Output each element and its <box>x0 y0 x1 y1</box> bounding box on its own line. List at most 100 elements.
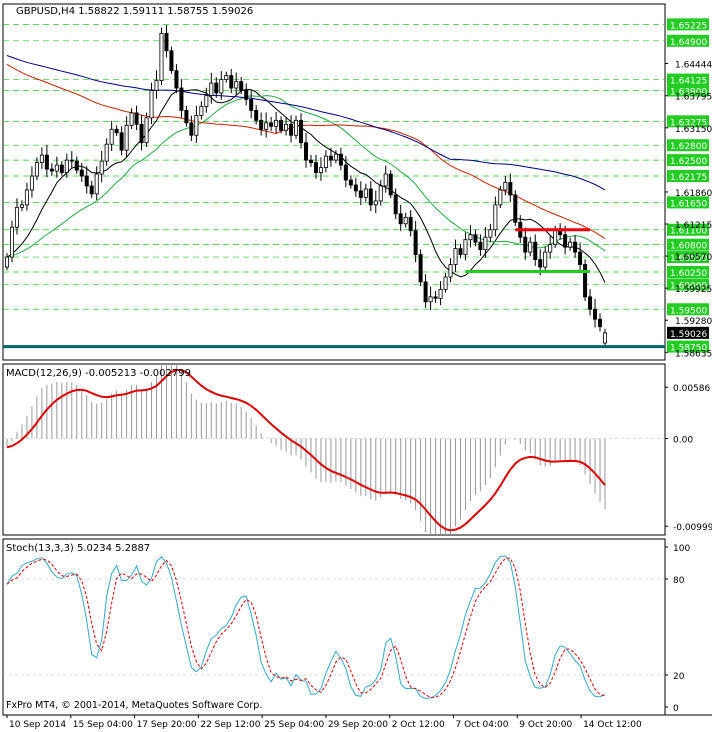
candle-body <box>264 122 269 130</box>
candle-body <box>333 153 338 161</box>
price-level-label: 1.59500 <box>667 303 709 316</box>
candle-body <box>578 251 583 265</box>
stoch-tick-label: 100 <box>673 544 690 554</box>
price-level-label-text: 1.65225 <box>670 21 707 31</box>
candle-body <box>478 241 483 251</box>
candle[interactable] <box>513 190 518 226</box>
price-level-label: 1.62800 <box>667 139 709 152</box>
candle-body <box>14 206 19 228</box>
trading-chart[interactable]: 1.652251.649001.641251.639001.632751.628… <box>0 0 712 732</box>
candle[interactable] <box>144 112 149 147</box>
candle-body <box>44 154 49 170</box>
candle[interactable] <box>159 27 164 86</box>
candle-body <box>533 241 538 260</box>
candle-body <box>224 75 229 80</box>
price-level-label-text: 1.64900 <box>670 38 707 48</box>
candle-body <box>498 189 503 206</box>
candle-body <box>313 162 318 173</box>
candle[interactable] <box>9 220 14 263</box>
candle-body <box>104 143 109 162</box>
candle-body <box>64 159 69 173</box>
price-level-label: 1.65225 <box>667 18 709 31</box>
candle-body <box>398 213 403 225</box>
candle-body <box>269 122 274 127</box>
candle-body <box>488 229 493 238</box>
candle-body <box>219 79 224 94</box>
price-tick-label: 1.60570 <box>675 253 712 263</box>
price-axis: 1.652251.649001.641251.639001.632751.628… <box>665 18 712 714</box>
candle-body <box>493 204 498 231</box>
candle-body <box>573 241 578 253</box>
candle-body <box>553 229 558 246</box>
candle-body <box>204 95 209 107</box>
price-level-label-text: 1.60250 <box>670 269 707 279</box>
current-price-label: 1.59026 <box>670 330 707 340</box>
time-tick-label: 14 Oct 12:00 <box>583 720 642 730</box>
candle-body <box>368 188 373 206</box>
candle[interactable] <box>583 259 588 302</box>
candle-body <box>418 254 423 283</box>
price-tick-label: 1.61215 <box>675 221 712 231</box>
candle-body <box>284 123 289 131</box>
price-tick-label: 1.63150 <box>675 125 712 135</box>
price-level-label-text: 1.61650 <box>670 199 707 209</box>
candle-body <box>234 81 239 89</box>
candle-body <box>388 173 393 196</box>
macd-tick-label: -0.009997 <box>673 523 712 533</box>
candle-body <box>543 251 548 268</box>
candle-body <box>408 216 413 232</box>
time-tick-label: 17 Sep 20:00 <box>137 720 197 730</box>
candle-body <box>24 189 29 206</box>
price-level-label: 1.62175 <box>667 170 709 183</box>
candle-body <box>194 114 199 136</box>
candle-body <box>568 241 573 248</box>
candle-body <box>423 281 428 303</box>
pane-frame-1 <box>2 363 666 536</box>
candle-body <box>328 155 333 161</box>
candle-body <box>214 82 219 94</box>
candle-body <box>54 164 59 172</box>
candle-body <box>343 164 348 181</box>
candle-body <box>523 236 528 253</box>
candle-body <box>603 332 608 344</box>
price-level-label-text: 1.62175 <box>670 173 707 183</box>
candle-body <box>129 112 134 126</box>
candle[interactable] <box>169 46 174 74</box>
candle[interactable] <box>388 170 393 199</box>
candle-body <box>229 75 234 89</box>
candle-body <box>593 308 598 320</box>
candle-body <box>189 122 194 136</box>
candle-body <box>303 142 308 161</box>
candle-body <box>473 234 478 243</box>
candle-body <box>299 119 304 144</box>
candle-body <box>403 216 408 225</box>
pane-frame-0 <box>2 3 666 361</box>
candle-body <box>378 185 383 202</box>
candle-body <box>59 164 64 173</box>
candle-body <box>453 248 458 265</box>
price-level-label: 1.60250 <box>667 265 709 279</box>
candle-body <box>139 123 144 144</box>
price-level-label: 1.60800 <box>667 238 709 252</box>
candle-body <box>154 80 159 91</box>
candle-body <box>109 128 114 145</box>
time-tick-label: 25 Sep 04:00 <box>264 720 324 730</box>
candle-body <box>338 153 343 166</box>
candle-body <box>353 184 358 192</box>
candle-body <box>69 159 74 162</box>
candle-body <box>348 179 353 186</box>
candle-body <box>199 106 204 116</box>
price-tick-label: 1.58635 <box>675 349 712 359</box>
stoch-tick-label: 20 <box>673 672 685 682</box>
price-level-label-text: 1.62500 <box>670 157 707 167</box>
time-axis: 10 Sep 2014 15 Sep 04:00 17 Sep 20:00 22 Se… <box>6 715 642 730</box>
candle-body <box>323 155 328 168</box>
candle-body <box>318 167 323 173</box>
candle-body <box>74 160 79 171</box>
candle[interactable] <box>418 249 423 287</box>
candle-body <box>508 182 513 196</box>
candle-body <box>99 160 104 175</box>
candle-body <box>548 244 553 253</box>
candle-body <box>179 87 184 111</box>
candle-body <box>528 241 533 253</box>
